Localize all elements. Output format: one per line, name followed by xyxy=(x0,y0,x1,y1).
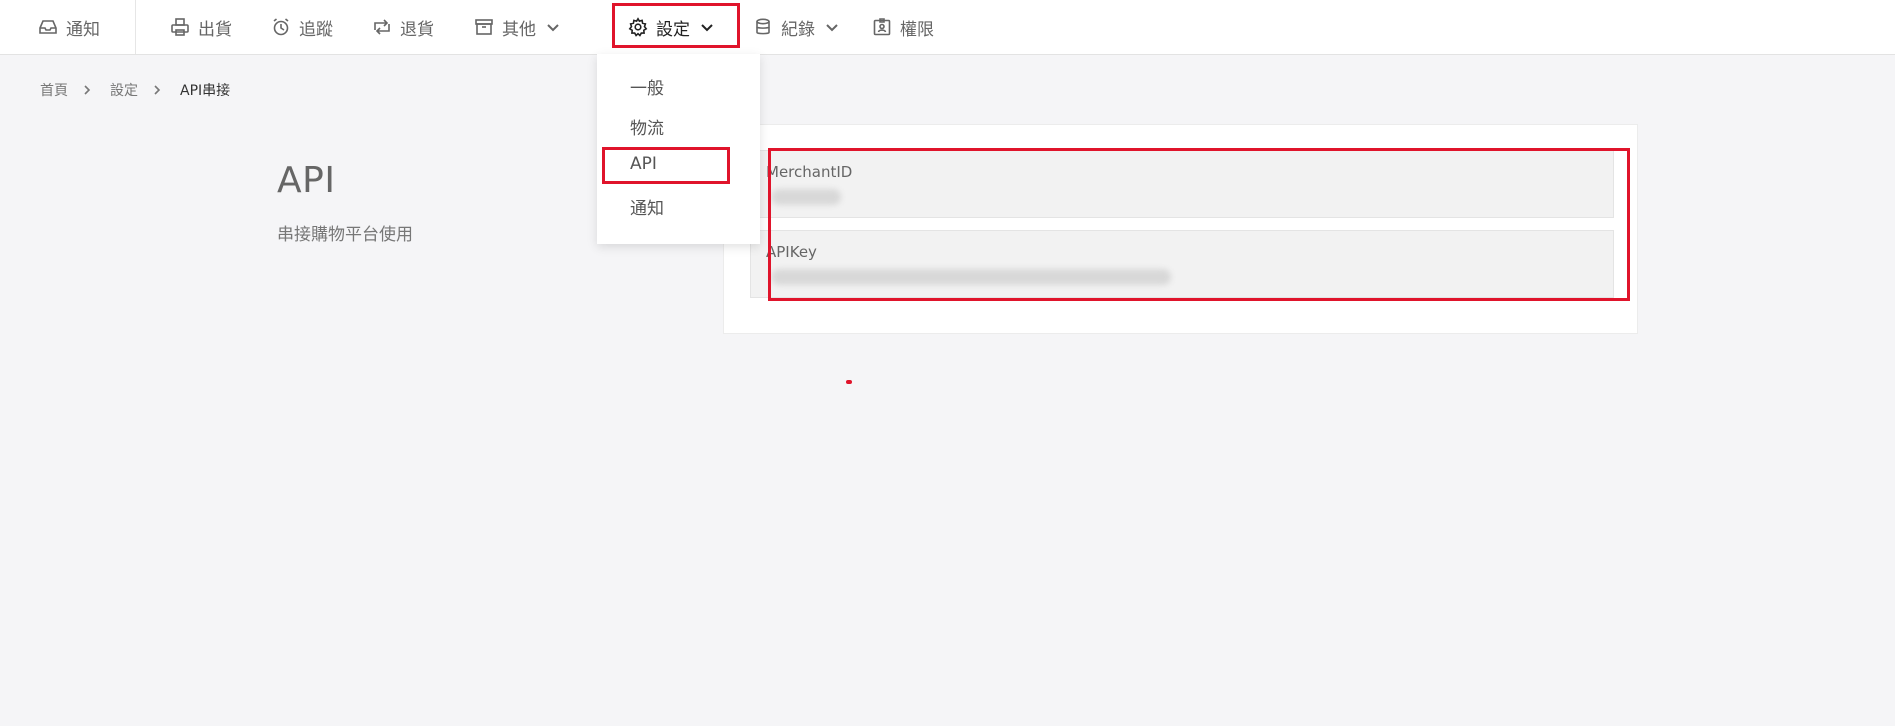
chevron-down-icon xyxy=(547,24,559,32)
top-navigation-bar: 通知 出貨 追蹤 退貨 其他 設定 紀錄 權限 xyxy=(0,0,1895,55)
chevron-right-icon xyxy=(84,85,91,95)
menu-item-notifications[interactable]: 通知 xyxy=(630,194,664,219)
chevron-down-icon xyxy=(826,24,838,32)
archive-box-icon xyxy=(475,19,493,35)
id-badge-icon xyxy=(873,18,891,36)
nav-item-label: 其他 xyxy=(502,19,536,40)
nav-item-label: 出貨 xyxy=(198,19,232,40)
nav-item-label: 退貨 xyxy=(400,19,434,40)
breadcrumb-home[interactable]: 首頁 xyxy=(40,80,68,100)
printer-icon xyxy=(171,18,189,36)
inbox-icon xyxy=(39,20,57,34)
breadcrumb-settings[interactable]: 設定 xyxy=(110,80,138,100)
alarm-clock-icon xyxy=(273,18,289,36)
nav-item-label: 紀錄 xyxy=(781,19,815,40)
nav-item-label: 權限 xyxy=(900,19,934,40)
highlight-settings-menu xyxy=(612,3,740,48)
page-title: API xyxy=(277,160,336,201)
nav-item-label: 追蹤 xyxy=(299,19,333,40)
breadcrumb: 首頁 設定 API串接 xyxy=(40,80,230,100)
nav-divider xyxy=(135,0,136,54)
nav-item-permissions[interactable]: 權限 xyxy=(872,0,934,54)
menu-item-logistics[interactable]: 物流 xyxy=(630,114,664,139)
return-arrows-icon xyxy=(374,19,390,35)
breadcrumb-current: API串接 xyxy=(180,83,231,99)
nav-item-shipping[interactable]: 出貨 xyxy=(170,0,232,54)
highlight-credentials xyxy=(768,148,1630,301)
menu-item-general[interactable]: 一般 xyxy=(630,74,664,99)
database-icon xyxy=(756,18,770,35)
highlight-api-item xyxy=(602,147,730,184)
nav-item-returns[interactable]: 退貨 xyxy=(372,0,434,54)
page-description: 串接購物平台使用 xyxy=(277,225,413,245)
nav-item-notifications[interactable]: 通知 xyxy=(38,0,100,54)
cursor-dot xyxy=(846,380,852,384)
nav-item-other[interactable]: 其他 xyxy=(474,0,560,54)
nav-item-records[interactable]: 紀錄 xyxy=(753,0,839,54)
chevron-right-icon xyxy=(154,85,161,95)
nav-item-tracking[interactable]: 追蹤 xyxy=(271,0,333,54)
nav-item-label: 通知 xyxy=(66,19,100,40)
